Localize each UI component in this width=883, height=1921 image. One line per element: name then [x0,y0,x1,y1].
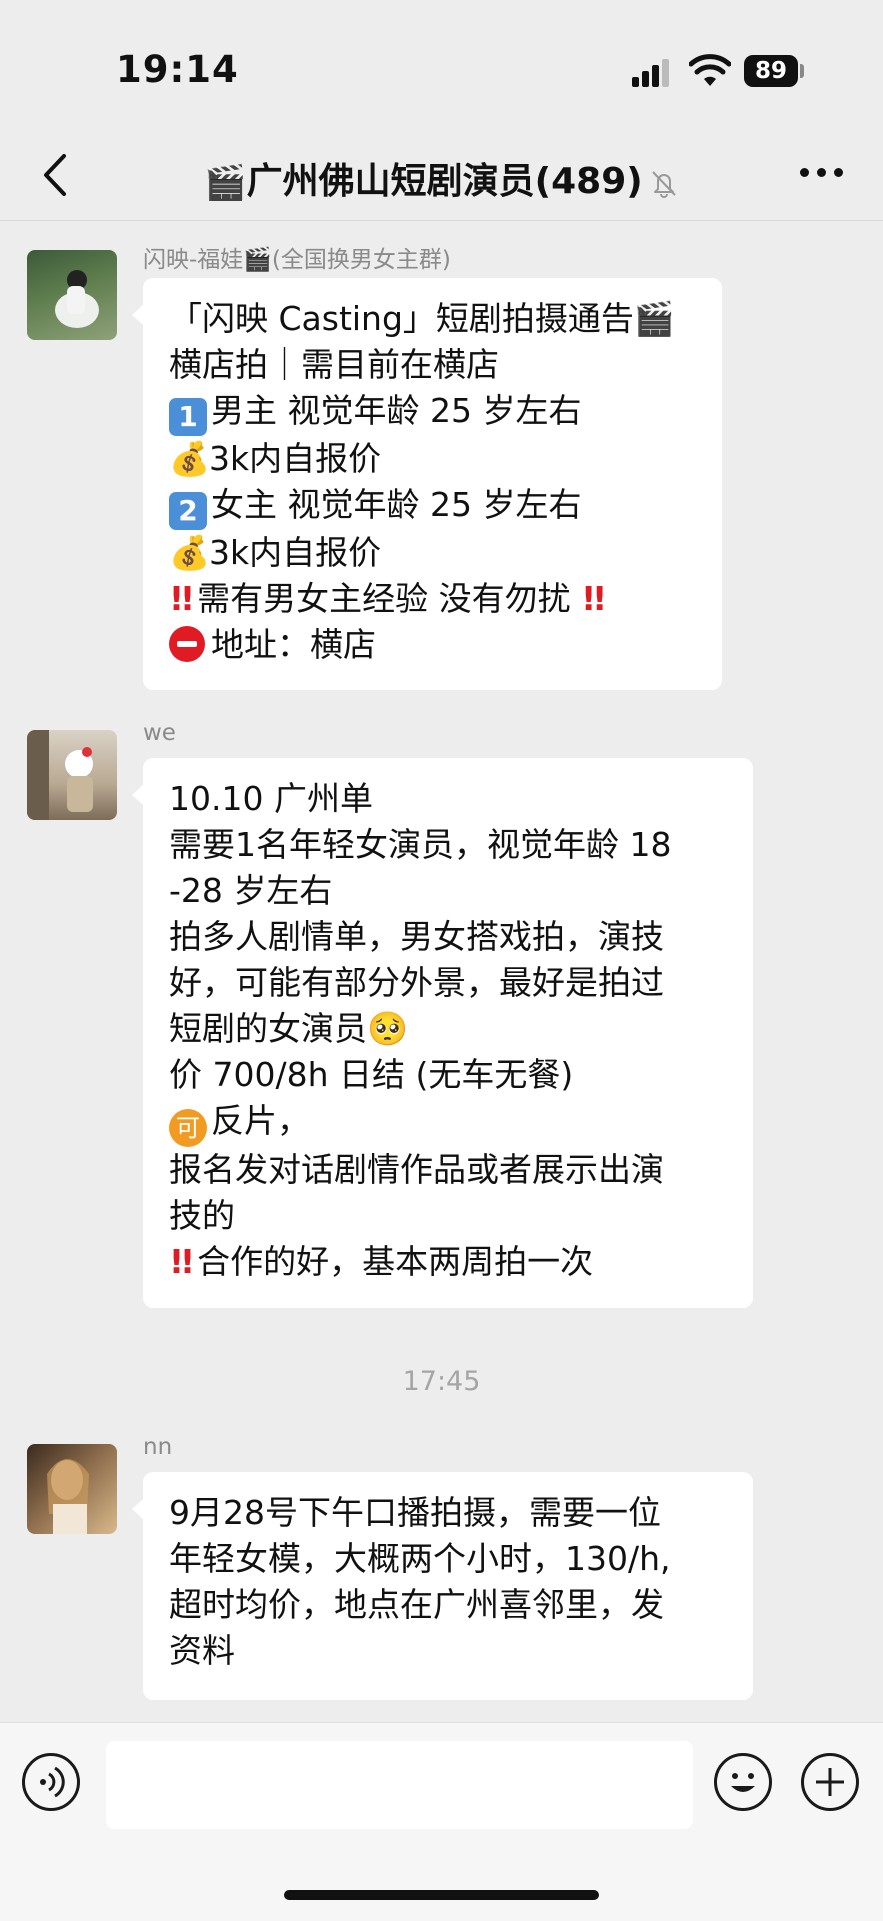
money-bag-icon: 💰 [169,533,211,572]
message-line: 短剧的女演员 [169,1009,367,1048]
bell-slash-icon [651,171,676,198]
message-line: 价 700/8h 日结 (无车无餐) [169,1055,574,1094]
message-line: 年轻女模，大概两个小时，130/h, [169,1539,671,1578]
message-line: 合作的好，基本两周拍一次 [197,1242,594,1281]
message-line: 超时均价，地点在广州喜邻里，发 [169,1585,664,1624]
ellipsis-icon[interactable] [800,168,844,180]
group-name: 广州佛山短剧演员(489) [246,161,643,202]
battery-indicator: 89 [744,55,798,87]
message-line: -28 岁左右 [169,871,333,910]
accept-ke-icon: 可 [169,1109,207,1147]
battery-cap [800,64,804,78]
chat-timestamp: 17:45 [402,1366,481,1397]
message-line: 横店拍｜需目前在横店 [169,345,499,384]
status-bar: 19:14 89 [0,0,883,130]
avatar-figure [47,1459,89,1534]
message-line: 需有男女主经验 没有勿扰 [197,579,571,618]
money-bag-icon: 💰 [169,439,211,478]
double-exclamation-icon: !! [581,579,607,618]
no-entry-icon [169,626,205,662]
message-line: 「闪映 Casting」短剧拍摄通告🎬 [169,299,676,338]
pleading-face-icon: 🥺 [367,1009,409,1048]
message-line: 反片， [211,1101,310,1140]
message-line: 女主 视觉年龄 25 岁左右 [211,485,582,524]
message-line: 9月28号下午口播拍摄，需要一位 [169,1493,661,1532]
home-indicator[interactable] [284,1890,599,1900]
message-line: 拍多人剧情单，男女搭戏拍，演技 [169,917,664,956]
avatar-figure [27,730,93,820]
message-line: 需要1名年轻女演员，视觉年龄 18 [169,825,672,864]
plus-icon[interactable] [801,1753,859,1811]
chat-header: 🎬广州佛山短剧演员(489) [0,130,883,221]
message-line: 10.10 广州单 [169,779,373,818]
message-input[interactable] [106,1741,693,1829]
avatar[interactable] [27,730,117,820]
message-line: 3k内自报价 [209,439,382,478]
double-exclamation-icon: !! [169,1242,195,1281]
voice-icon[interactable] [22,1753,80,1811]
sender-name: we [143,720,176,746]
message-bubble[interactable]: 「闪映 Casting」短剧拍摄通告🎬 横店拍｜需目前在横店 1 男主 视觉年龄 … [132,278,722,690]
message-line: 报名发对话剧情作品或者展示出演 [169,1150,664,1189]
message-line: 资料 [169,1631,235,1670]
smiley-icon[interactable] [714,1753,772,1811]
clapperboard-icon: 🎬 [204,163,247,203]
avatar-figure [55,270,99,328]
message-line: 地址：横店 [211,625,376,664]
status-time: 19:14 [116,48,239,91]
message-line: 男主 视觉年龄 25 岁左右 [211,391,582,430]
chat-title[interactable]: 🎬广州佛山短剧演员(489) [0,152,883,204]
keycap-one-icon: 1 [169,398,207,436]
wifi-icon [689,54,731,86]
avatar[interactable] [27,1444,117,1534]
message-line: 技的 [169,1196,235,1235]
avatar[interactable] [27,250,117,340]
cellular-signal-icon [632,57,672,87]
double-exclamation-icon: !! [169,579,195,618]
sender-name: 闪映-福娃🎬(全国换男女主群) [143,247,451,273]
message-bubble[interactable]: 10.10 广州单 需要1名年轻女演员，视觉年龄 18 -28 岁左右 拍多人剧… [132,758,753,1308]
keycap-two-icon: 2 [169,492,207,530]
message-line: 好，可能有部分外景，最好是拍过 [169,963,664,1002]
message-line: 3k内自报价 [209,533,382,572]
message-bubble[interactable]: 9月28号下午口播拍摄，需要一位 年轻女模，大概两个小时，130/h, 超时均价… [132,1472,753,1700]
sender-name: nn [143,1434,173,1460]
